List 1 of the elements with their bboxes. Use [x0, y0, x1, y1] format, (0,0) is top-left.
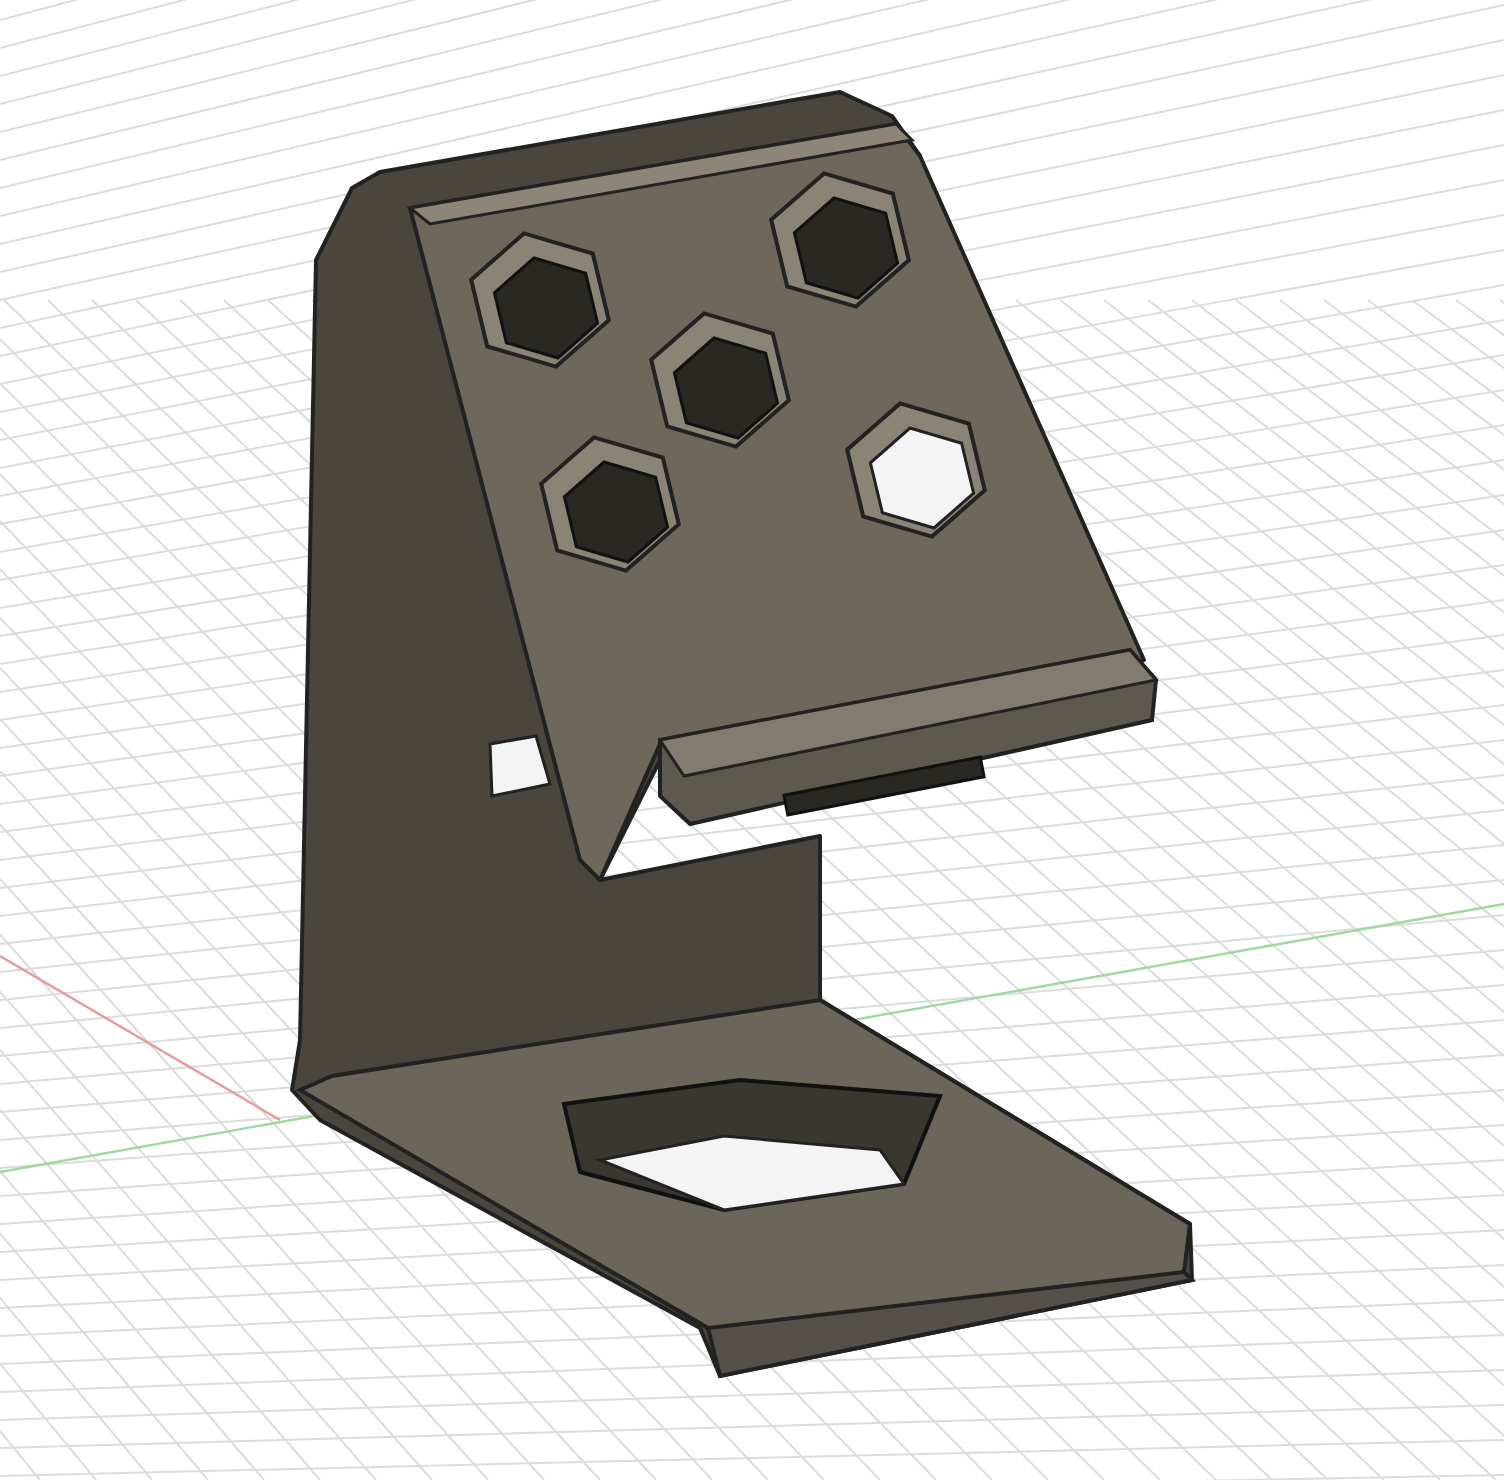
cad-viewport[interactable]: [0, 0, 1504, 1480]
